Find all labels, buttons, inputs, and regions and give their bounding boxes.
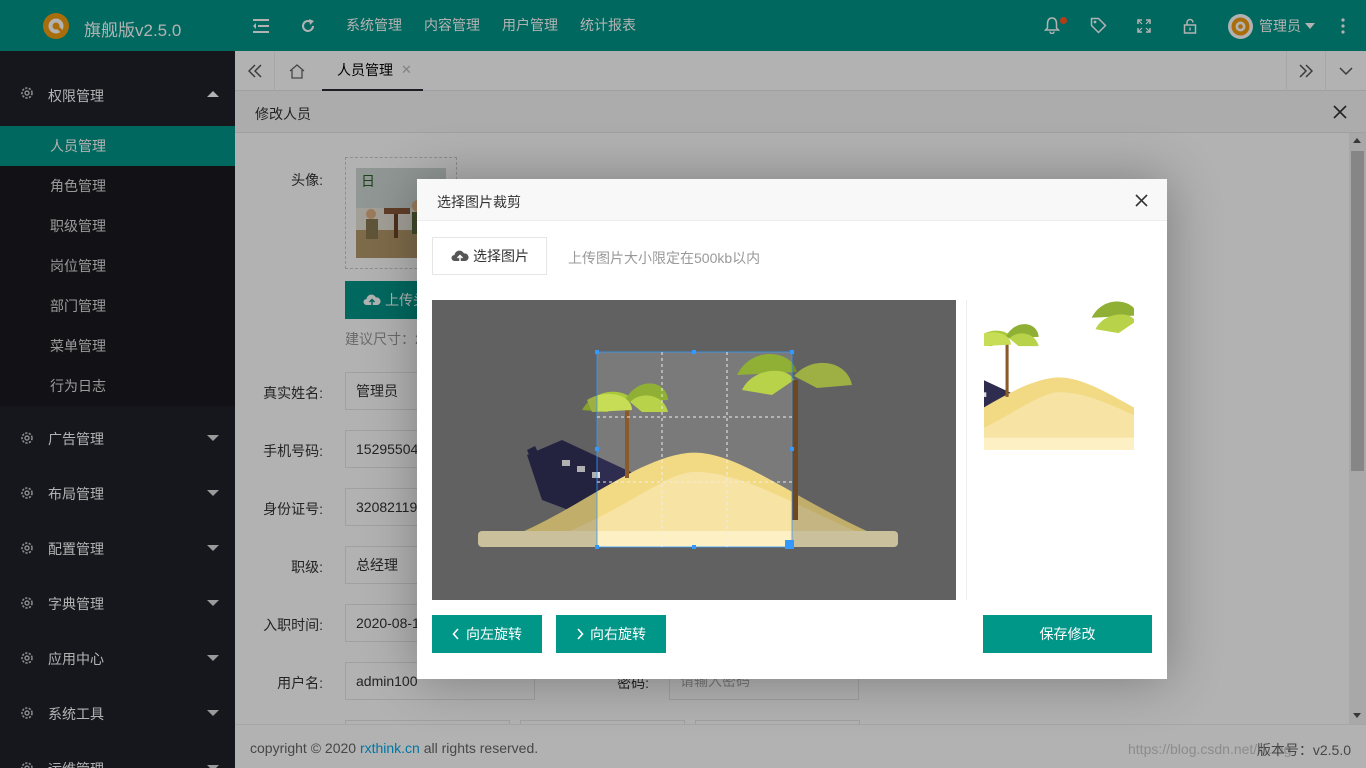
crop-dialog: 选择图片裁剪 选择图片 上传图片大小限定在500kb以内 向左旋转 向右旋转 保… [417,179,1167,679]
close-icon[interactable] [1135,194,1148,207]
select-image-label: 选择图片 [473,248,529,264]
preview-image [984,300,1134,450]
crop-image [432,300,956,600]
rotate-left-label: 向左旋转 [466,626,522,642]
upload-size-hint: 上传图片大小限定在500kb以内 [568,250,761,266]
save-changes-button[interactable]: 保存修改 [983,615,1152,653]
dialog-title: 选择图片裁剪 [437,194,521,210]
chevron-left-icon [452,628,459,640]
save-label: 保存修改 [1039,626,1096,642]
chevron-right-icon [577,628,584,640]
preview-graphic [984,300,1134,450]
rotate-left-button[interactable]: 向左旋转 [432,615,542,653]
rotate-right-button[interactable]: 向右旋转 [556,615,666,653]
crop-preview [966,300,1152,600]
cloud-upload-icon [451,250,469,262]
crop-canvas[interactable] [432,300,956,600]
dialog-header: 选择图片裁剪 [417,179,1167,221]
select-image-button[interactable]: 选择图片 [432,237,547,275]
rotate-right-label: 向右旋转 [590,626,646,642]
